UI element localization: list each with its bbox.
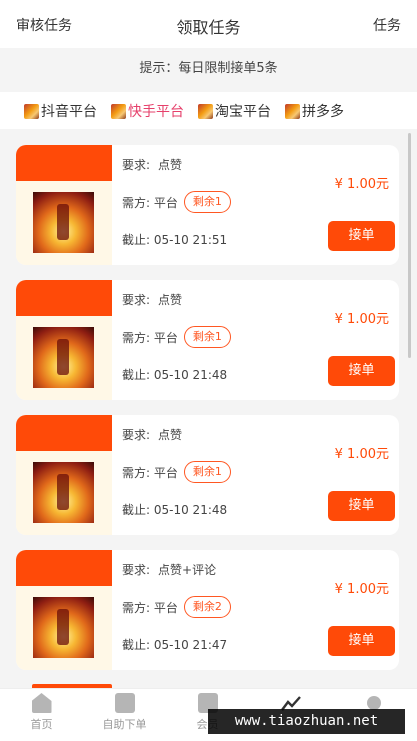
daily-limit-notice: 提示：每日限制接单5条 [0,49,417,89]
task-deadline: 截止: 05-10 21:47 [122,638,228,652]
tab-douyin[interactable]: 抖音平台 [24,101,97,121]
card-header-bar [16,415,112,451]
task-card: 要求: 点赞 需方: 平台 剩余1 截止: 05-10 21:48 ¥ 1.00元 … [16,415,399,535]
accept-task-button[interactable]: 接单 [328,221,395,251]
remaining-badge: 剩余2 [183,596,231,618]
tab-pinduoduo[interactable]: 拼多多 [285,101,344,121]
card-header-bar [16,145,112,181]
kuaishou-platform-icon [111,103,126,119]
tab-douyin-label: 抖音平台 [41,104,97,120]
task-requirement: 要求: 点赞 [122,293,183,307]
accept-task-button[interactable]: 接单 [328,626,395,656]
tab-taobao-label: 淘宝平台 [215,104,271,120]
remaining-badge: 剩余1 [183,461,231,483]
task-deadline: 截止: 05-10 21:48 [122,368,228,382]
task-requirement: 要求: 点赞 [122,158,183,172]
tab-kuaishou[interactable]: 快手平台 [111,101,184,121]
pinduoduo-platform-icon [285,103,300,119]
tab-taobao[interactable]: 淘宝平台 [198,101,271,121]
top-bar: 审核任务 领取任务 任务 [0,0,417,48]
task-thumbnail [33,327,94,388]
task-requirement: 要求: 点赞 [122,428,183,442]
task-price: ¥ 1.00元 [334,447,389,462]
tab-kuaishou-label: 快手平台 [128,104,184,120]
home-icon [31,693,52,713]
tab-pinduoduo-label: 拼多多 [302,104,344,120]
order-icon [114,693,135,713]
task-deadline: 截止: 05-10 21:48 [122,503,228,517]
douyin-platform-icon [24,103,39,119]
watermark: www.tiaozhuan.net [208,709,405,734]
card-header-bar [16,280,112,316]
task-requester: 需方: 平台 剩余1 [122,461,231,483]
task-requester: 需方: 平台 剩余1 [122,326,231,348]
accept-task-button[interactable]: 接单 [328,491,395,521]
task-deadline: 截止: 05-10 21:51 [122,233,228,247]
accept-task-button[interactable]: 接单 [328,356,395,386]
task-price: ¥ 1.00元 [334,312,389,327]
task-list[interactable]: 要求: 点赞 需方: 平台 剩余1 截止: 05-10 21:51 ¥ 1.00元 … [0,133,417,685]
taobao-platform-icon [198,103,213,119]
task-thumbnail [33,192,94,253]
task-card: 要求: 点赞 需方: 平台 剩余1 截止: 05-10 21:48 ¥ 1.00元 … [16,280,399,400]
remaining-badge: 剩余1 [183,191,231,213]
user-icon [366,696,381,710]
task-price: ¥ 1.00元 [334,582,389,597]
task-price: ¥ 1.00元 [334,177,389,192]
tab-home-label: 首页 [30,718,53,731]
tab-home[interactable]: 首页 [0,693,83,732]
task-card: 要求: 点赞 需方: 平台 剩余1 截止: 05-10 21:51 ¥ 1.00元 … [16,145,399,265]
task-requester: 需方: 平台 剩余2 [122,596,231,618]
remaining-badge: 剩余1 [183,326,231,348]
tab-self-order[interactable]: 自助下单 [83,693,166,732]
list-scrollbar[interactable] [408,133,411,358]
task-requester: 需方: 平台 剩余1 [122,191,231,213]
task-requirement: 要求: 点赞+评论 [122,563,217,577]
task-thumbnail [33,462,94,523]
platform-tabs: 抖音平台 快手平台 淘宝平台 拼多多 [0,92,417,129]
tab-self-order-label: 自助下单 [102,718,147,731]
review-tasks-link[interactable]: 审核任务 [16,15,72,35]
task-thumbnail [33,597,94,658]
card-header-bar [16,550,112,586]
tasks-link[interactable]: 任务 [373,15,401,35]
task-card: 要求: 点赞+评论 需方: 平台 剩余2 截止: 05-10 21:47 ¥ 1.0… [16,550,399,670]
